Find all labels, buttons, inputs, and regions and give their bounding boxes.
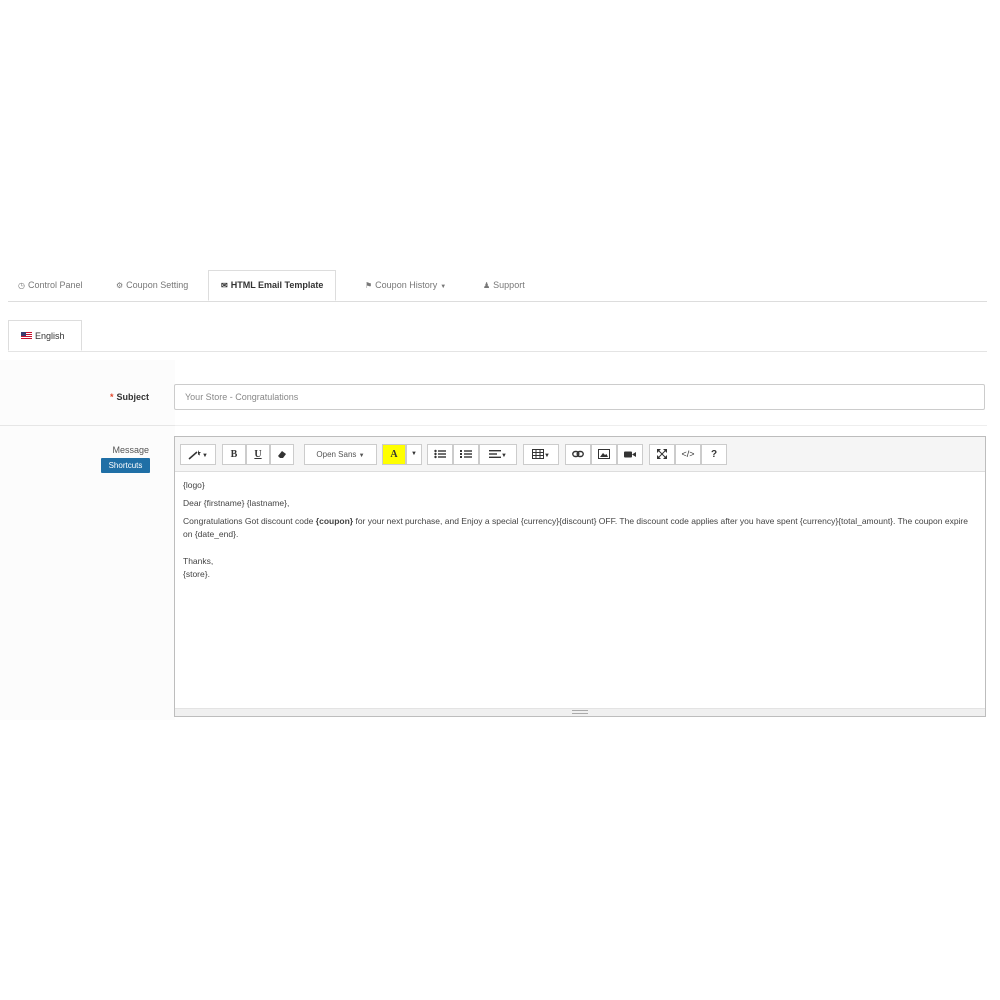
required-marker: * bbox=[109, 392, 114, 402]
caret-down-icon: ▼ bbox=[358, 453, 365, 459]
subject-label: * Subject bbox=[109, 392, 149, 402]
resize-grip-icon[interactable] bbox=[572, 710, 588, 714]
caret-down-icon: ▼ bbox=[501, 453, 507, 459]
eraser-icon bbox=[278, 451, 286, 459]
link-icon bbox=[572, 451, 584, 458]
flag-icon bbox=[21, 332, 32, 340]
tab-html-email-template[interactable]: ✉ HTML Email Template bbox=[208, 270, 337, 301]
shortcuts-button[interactable]: Shortcuts bbox=[101, 458, 150, 473]
tag-icon: ⚑ bbox=[365, 281, 373, 290]
message-editor: ▼ B U Open Sans ▼ A ▼ ▼ ▼ </> ? {logo} D… bbox=[174, 436, 986, 717]
message-label: Message bbox=[112, 445, 149, 455]
tab-english[interactable]: English bbox=[8, 320, 82, 351]
language-tabs: English bbox=[8, 320, 987, 352]
style-button[interactable]: ▼ bbox=[180, 444, 216, 465]
font-family-select[interactable]: Open Sans ▼ bbox=[304, 444, 377, 465]
divider bbox=[0, 425, 175, 426]
tab-control-panel[interactable]: ◷ Control Panel bbox=[18, 270, 83, 301]
tab-coupon-history[interactable]: ⚑ Coupon History ▼ bbox=[365, 270, 446, 301]
video-icon bbox=[624, 451, 636, 458]
table-icon bbox=[532, 449, 545, 460]
unordered-list-button[interactable] bbox=[427, 444, 453, 465]
bold-button[interactable]: B bbox=[222, 444, 246, 465]
code-view-button[interactable]: </> bbox=[675, 444, 701, 465]
image-button[interactable] bbox=[591, 444, 617, 465]
caret-down-icon: ▼ bbox=[411, 451, 417, 457]
caret-down-icon: ▼ bbox=[544, 453, 550, 459]
list-ol-icon bbox=[460, 450, 472, 459]
divider bbox=[175, 425, 987, 426]
code-icon: </> bbox=[681, 449, 695, 459]
color-dropdown-button[interactable]: ▼ bbox=[406, 444, 422, 465]
form-background bbox=[0, 360, 175, 720]
list-ul-icon bbox=[434, 450, 446, 459]
tab-support[interactable]: ♟ Support bbox=[483, 270, 525, 301]
clock-icon: ◷ bbox=[18, 281, 25, 290]
body-line-greeting: Dear {firstname} {lastname}, bbox=[183, 498, 290, 508]
align-left-icon bbox=[489, 450, 502, 459]
paragraph-align-button[interactable]: ▼ bbox=[479, 444, 517, 465]
main-tabs: ◷ Control Panel ⚙ Coupon Setting ✉ HTML Ema… bbox=[8, 270, 987, 302]
magic-wand-icon bbox=[188, 449, 202, 460]
body-line-logo: {logo} bbox=[183, 480, 205, 490]
subject-input[interactable]: Your Store - Congratulations bbox=[174, 384, 985, 410]
caret-down-icon: ▼ bbox=[202, 453, 208, 459]
caret-down-icon: ▼ bbox=[440, 284, 447, 290]
table-button[interactable]: ▼ bbox=[523, 444, 559, 465]
underline-button[interactable]: U bbox=[246, 444, 270, 465]
help-button[interactable]: ? bbox=[701, 444, 727, 465]
eraser-button[interactable] bbox=[270, 444, 294, 465]
editor-toolbar: ▼ B U Open Sans ▼ A ▼ ▼ ▼ </> ? bbox=[175, 437, 985, 472]
body-paragraph: Congratulations Got discount code {coupo… bbox=[183, 516, 968, 539]
gear-icon: ⚙ bbox=[116, 281, 124, 290]
user-icon: ♟ bbox=[483, 281, 491, 290]
tab-coupon-setting[interactable]: ⚙ Coupon Setting bbox=[116, 270, 188, 301]
body-line-thanks: Thanks, bbox=[183, 556, 214, 566]
video-button[interactable] bbox=[617, 444, 643, 465]
envelope-icon: ✉ bbox=[221, 281, 228, 290]
fullscreen-button[interactable] bbox=[649, 444, 675, 465]
text-color-button[interactable]: A bbox=[382, 444, 406, 465]
editor-content[interactable]: {logo} Dear {firstname} {lastname}, Cong… bbox=[183, 479, 975, 586]
link-button[interactable] bbox=[565, 444, 591, 465]
ordered-list-button[interactable] bbox=[453, 444, 479, 465]
body-line-store: {store}. bbox=[183, 569, 210, 579]
picture-icon bbox=[598, 449, 610, 460]
editor-resize-bar[interactable] bbox=[175, 708, 985, 716]
fullscreen-icon bbox=[657, 449, 667, 460]
